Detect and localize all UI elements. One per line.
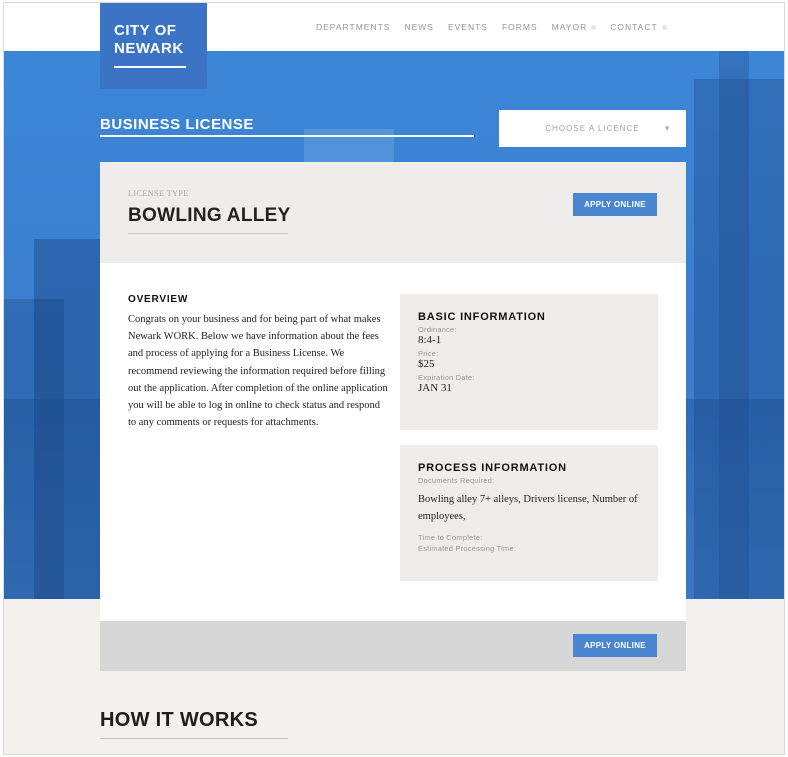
basic-information-title: BASIC INFORMATION	[418, 311, 546, 323]
license-type-value: BOWLING ALLEY	[128, 205, 291, 226]
documents-label: Documents Required:	[418, 476, 495, 485]
overview-text: Congrats on your business and for being …	[128, 314, 388, 429]
chevron-down-icon: ▼	[663, 124, 672, 133]
license-select-placeholder: CHOOSE A LICENCE	[545, 124, 640, 133]
logo-underline	[114, 66, 186, 68]
expiration-label: Expiration Date:	[418, 373, 475, 382]
section-title-rule	[100, 135, 474, 137]
processing-time-label: Estimated Processing Time:	[418, 544, 517, 553]
logo-line-1: CITY OF	[114, 22, 177, 39]
section-title: BUSINESS LICENSE	[100, 116, 254, 133]
apply-online-button[interactable]: APPLY ONLINE	[573, 193, 657, 216]
overview-title: OVERVIEW	[128, 294, 189, 305]
nav-departments[interactable]: DEPARTMENTS	[316, 22, 390, 32]
ordinance-value: 8:4-1	[418, 334, 442, 346]
license-select[interactable]: CHOOSE A LICENCE ▼	[499, 110, 686, 147]
nav-label: EVENTS	[447, 22, 488, 32]
nav-label: MAYOR	[551, 22, 588, 32]
license-card-footer: APPLY ONLINE	[100, 621, 686, 671]
logo-line-2: NEWARK	[114, 40, 184, 57]
license-card-header: LICENSE TYPE BOWLING ALLEY APPLY ONLINE	[100, 162, 686, 263]
basic-information-panel: BASIC INFORMATION Ordinance: 8:4-1 Price…	[400, 294, 658, 430]
nav-forms[interactable]: FORMS	[502, 22, 538, 32]
how-it-works-title: HOW IT WORKS	[100, 709, 259, 731]
expiration-value: JAN 31	[418, 382, 452, 394]
nav-events[interactable]: EVENTS	[448, 22, 488, 32]
time-to-complete-label: Time to Complete:	[418, 533, 483, 542]
nav-mayor[interactable]: MAYOR	[552, 22, 597, 32]
ordinance-label: Ordinance:	[418, 325, 457, 334]
nav-contact[interactable]: CONTACT	[610, 22, 667, 32]
apply-online-button-bottom[interactable]: APPLY ONLINE	[573, 634, 657, 657]
main-nav: DEPARTMENTS NEWS EVENTS FORMS MAYOR CONT…	[316, 22, 667, 32]
license-type-rule	[128, 233, 288, 234]
page-frame: CITY OF NEWARK DEPARTMENTS NEWS EVENTS F…	[3, 2, 785, 755]
process-information-panel: PROCESS INFORMATION Documents Required: …	[400, 445, 658, 581]
price-value: $25	[418, 358, 435, 370]
license-card: LICENSE TYPE BOWLING ALLEY APPLY ONLINE …	[100, 162, 686, 671]
site-logo[interactable]: CITY OF NEWARK	[100, 3, 207, 89]
process-information-title: PROCESS INFORMATION	[418, 462, 567, 474]
license-type-label: LICENSE TYPE	[128, 189, 189, 198]
nav-label: NEWS	[404, 22, 434, 32]
how-it-works-rule	[100, 738, 288, 739]
nav-news[interactable]: NEWS	[404, 22, 434, 32]
nav-label: CONTACT	[610, 22, 658, 32]
submenu-dot-icon	[661, 24, 667, 30]
nav-label: DEPARTMENTS	[316, 22, 391, 32]
price-label: Price:	[418, 349, 439, 358]
submenu-dot-icon	[591, 24, 597, 30]
documents-value: Bowling alley 7+ alleys, Drivers license…	[418, 494, 638, 522]
nav-label: FORMS	[501, 22, 538, 32]
